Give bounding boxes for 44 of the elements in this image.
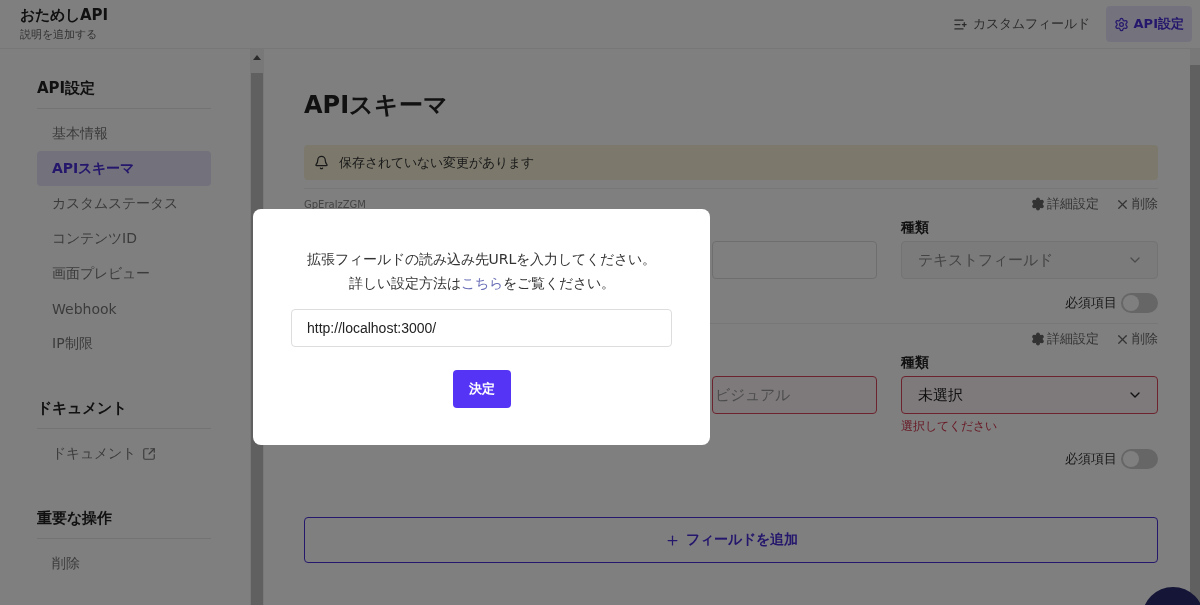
submit-button[interactable]: 決定: [452, 370, 511, 408]
delete-button[interactable]: 削除: [1115, 330, 1158, 348]
type-label: 種類: [901, 219, 930, 237]
gear-icon: [1031, 197, 1045, 211]
delete-button[interactable]: 削除: [1115, 195, 1158, 213]
required-toggle[interactable]: [1121, 449, 1158, 469]
alert-text: 保存されていない変更があります: [339, 153, 534, 172]
sidebar-item[interactable]: 画面プレビュー: [37, 256, 211, 291]
app-description[interactable]: 説明を追加する: [20, 27, 109, 42]
sidebar-section-title: 重要な操作: [37, 509, 211, 539]
header-button[interactable]: API設定: [1105, 6, 1192, 42]
list-plus-icon: [952, 16, 968, 32]
sidebar-item[interactable]: IP制限: [37, 326, 211, 361]
required-label: 必須項目: [1065, 450, 1117, 468]
detail-settings-button[interactable]: 詳細設定: [1031, 330, 1099, 348]
sidebar-item[interactable]: ドキュメント: [37, 436, 211, 471]
sidebar-item[interactable]: Webhook: [37, 291, 211, 326]
error-text: 選択してください: [901, 418, 998, 435]
plus-icon: [664, 532, 680, 548]
sidebar-section-title: API設定: [37, 79, 211, 109]
external-link-icon: [142, 446, 156, 461]
type-select[interactable]: 未選択: [901, 376, 1158, 414]
add-field-button[interactable]: フィールドを追加: [304, 517, 1158, 563]
detail-settings-button[interactable]: 詳細設定: [1031, 195, 1099, 213]
help-link[interactable]: こちら: [460, 275, 503, 291]
sidebar-item[interactable]: 削除: [37, 546, 211, 581]
app-title: おためしAPI: [20, 6, 109, 25]
required-toggle[interactable]: [1121, 293, 1158, 313]
scroll-up-icon[interactable]: [253, 54, 261, 60]
page-title: APIスキーマ: [304, 90, 450, 121]
type-label: 種類: [901, 354, 930, 372]
bell-icon: [314, 155, 329, 170]
sidebar-section-title: ドキュメント: [37, 399, 211, 429]
modal-message: 拡張フィールドの読み込み先URLを入力してください。 詳しい設定方法は こちら をご覧ください。: [306, 250, 657, 293]
required-label: 必須項目: [1065, 294, 1117, 312]
url-input[interactable]: http://localhost:3000/: [291, 309, 672, 347]
sidebar-item[interactable]: カスタムステータス: [37, 186, 211, 221]
sidebar-item[interactable]: コンテンツID: [37, 221, 211, 256]
sidebar-item[interactable]: APIスキーマ: [37, 151, 211, 186]
gear-icon: [1031, 332, 1045, 346]
settings-icon: [1113, 16, 1129, 32]
field-id: GpEralzZGM: [304, 198, 366, 210]
sidebar-item[interactable]: 基本情報: [37, 116, 211, 151]
header-button[interactable]: カスタムフィールド: [944, 6, 1098, 42]
